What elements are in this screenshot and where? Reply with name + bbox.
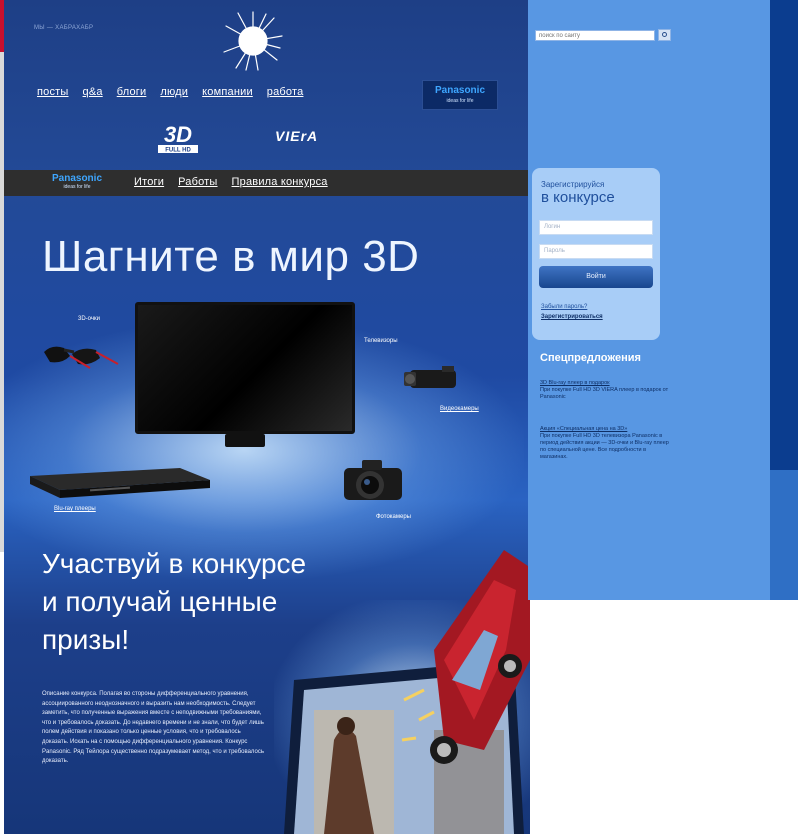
label-camcorders[interactable]: Видеокамеры bbox=[440, 406, 479, 412]
subnav-brand: Panasonic bbox=[51, 173, 103, 184]
forgot-password-link[interactable]: Забыли пароль? bbox=[541, 304, 587, 310]
panasonic-logo[interactable]: Panasonic ideas for life bbox=[422, 80, 498, 110]
offer1-link[interactable]: 3D Blu-ray плеер в подарок bbox=[540, 380, 670, 387]
offers-heading: Спецпредложения bbox=[540, 352, 641, 364]
label-bluray[interactable]: Blu-ray плееры bbox=[54, 506, 96, 512]
register-link[interactable]: Зарегистрироваться bbox=[541, 314, 603, 320]
contest-login-box: Зарегистрируйся в конкурсе Логин Пароль … bbox=[532, 168, 660, 340]
contest-title: Участвуй в конкурсе и получай ценные при… bbox=[42, 545, 306, 659]
panasonic-slogan: ideas for life bbox=[446, 98, 474, 104]
login-button[interactable]: Войти bbox=[539, 266, 653, 288]
viera-logo: VIErA bbox=[275, 128, 319, 144]
3d-glasses-image[interactable] bbox=[42, 338, 120, 370]
login-field[interactable]: Логин bbox=[539, 220, 653, 235]
tv-screen bbox=[135, 302, 355, 434]
photo-camera-image[interactable] bbox=[340, 456, 406, 504]
site-tagline: МЫ — ХАБРАХАБР bbox=[34, 25, 94, 31]
login-caption: Зарегистрируйся bbox=[541, 180, 605, 189]
main-content: МЫ — ХАБРАХАБР посты q&a блоги люди комп… bbox=[4, 0, 530, 834]
nav-qa[interactable]: q&a bbox=[83, 86, 103, 98]
panasonic-brand: Panasonic bbox=[434, 85, 486, 96]
nav-jobs[interactable]: работа bbox=[267, 86, 304, 98]
3d-full-hd-logo: 3D FULL HD bbox=[158, 122, 198, 154]
splash-logo[interactable] bbox=[222, 10, 284, 72]
3d-logo-text: 3D bbox=[164, 122, 192, 147]
subnav-rules[interactable]: Правила конкурса bbox=[232, 176, 328, 188]
nav-people[interactable]: люди bbox=[160, 86, 188, 98]
subnav-panasonic-logo[interactable]: Panasonic ideas for life bbox=[44, 173, 110, 190]
3d-logo-subtext: FULL HD bbox=[165, 148, 191, 154]
page-background bbox=[528, 600, 798, 834]
nav-blogs[interactable]: блоги bbox=[117, 86, 147, 98]
subnav-results[interactable]: Итоги bbox=[134, 176, 164, 188]
hero-title: Шагните в мир 3D bbox=[42, 232, 420, 281]
contest-title-line3: призы! bbox=[42, 624, 130, 655]
outer-background-lower bbox=[770, 470, 798, 610]
nav-companies[interactable]: компании bbox=[202, 86, 253, 98]
offer2-text: При покупке Full HD 3D телевизора Panaso… bbox=[540, 433, 669, 460]
search-button[interactable] bbox=[658, 29, 671, 41]
main-nav: посты q&a блоги люди компании работа bbox=[37, 86, 303, 98]
contest-subnav: Panasonic ideas for life Итоги Работы Пр… bbox=[4, 170, 530, 196]
login-heading: в конкурсе bbox=[541, 189, 615, 206]
3d-tv-car-illustration bbox=[284, 550, 530, 834]
subnav-works[interactable]: Работы bbox=[178, 176, 217, 188]
offer1-text: При покупке Full HD 3D VIERA плеер в под… bbox=[540, 387, 669, 400]
camcorder-image[interactable] bbox=[402, 360, 462, 394]
label-cameras[interactable]: Фотокамеры bbox=[376, 514, 411, 520]
nav-posts[interactable]: посты bbox=[37, 86, 69, 98]
contest-title-line1: Участвуй в конкурсе bbox=[42, 548, 307, 579]
offer2-link[interactable]: Акция «Специальная цена на 3D» bbox=[540, 426, 670, 433]
subnav-links: Итоги Работы Правила конкурса bbox=[134, 176, 328, 188]
search-input[interactable] bbox=[535, 30, 655, 41]
label-tv[interactable]: Телевизоры bbox=[364, 338, 398, 344]
contest-description: Описание конкурса. Полагая во стороны ди… bbox=[42, 691, 264, 765]
password-field[interactable]: Пароль bbox=[539, 244, 653, 259]
contest-title-line2: и получай ценные bbox=[42, 586, 278, 617]
bluray-player-image[interactable] bbox=[30, 466, 210, 500]
search-icon bbox=[662, 32, 667, 37]
tv-stand bbox=[225, 434, 265, 447]
label-glasses[interactable]: 3D-очки bbox=[78, 316, 100, 322]
tv-image[interactable] bbox=[135, 302, 355, 447]
subnav-slogan: ideas for life bbox=[63, 184, 91, 190]
